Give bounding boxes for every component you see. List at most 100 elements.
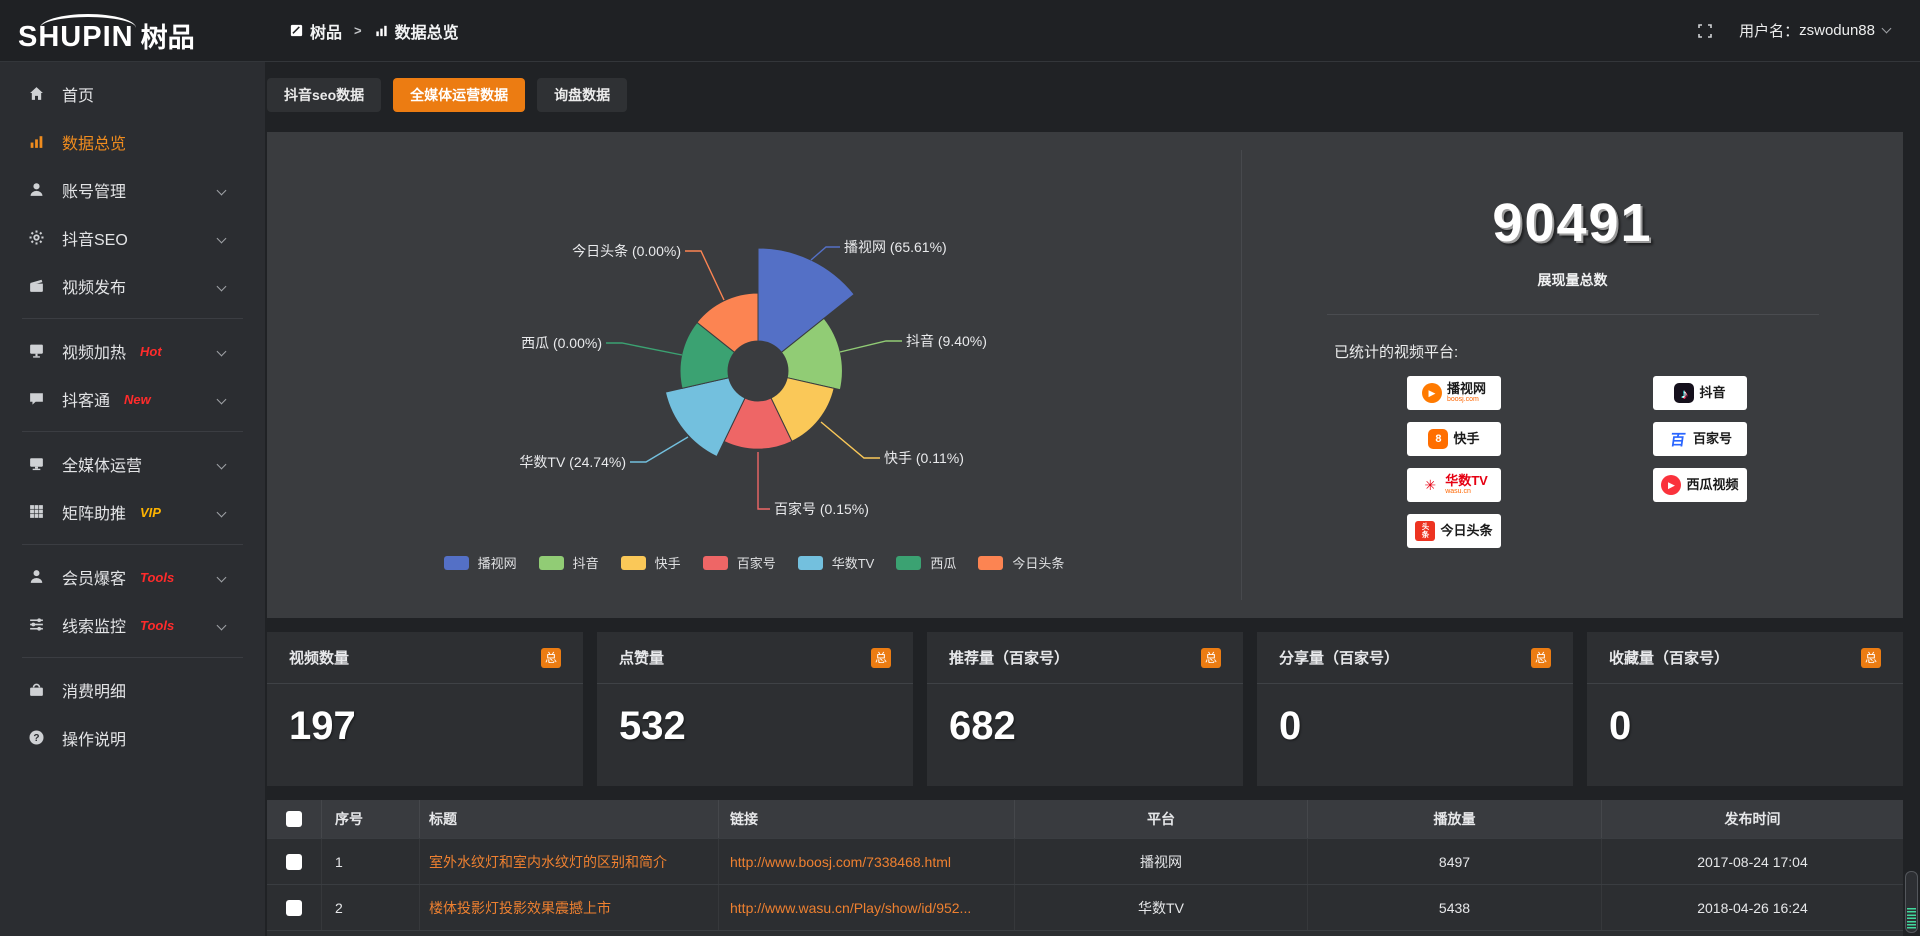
platform-badge-西瓜视频: ▶西瓜视频 [1653,468,1747,502]
stat-card-title: 点赞量 [619,647,664,668]
cell-platform: 华数TV [1014,885,1307,930]
sliders-icon [28,616,46,634]
platform-badge-百家号: 百百家号 [1653,422,1747,456]
sidebar-item-badge: New [124,392,151,407]
legend-item-快手[interactable]: 快手 [621,553,681,572]
table-row: 2楼体投影灯投影效果震撼上市http://www.wasu.cn/Play/sh… [267,884,1903,930]
legend-swatch [978,556,1003,570]
total-badge[interactable]: 总 [871,648,891,668]
sidebar-item-label: 视频加热 [62,339,126,363]
summary-divider [1327,314,1819,315]
sidebar-item-视频发布[interactable]: 视频发布 [0,262,265,310]
legend-item-抖音[interactable]: 抖音 [539,553,599,572]
fullscreen-icon[interactable] [1697,23,1713,39]
topbar-right: 用户名： zswodun88 [1697,20,1920,41]
sidebar-item-消费明细[interactable]: 消费明细 [0,666,265,714]
sidebar-item-全媒体运营[interactable]: 全媒体运营 [0,440,265,488]
summary-section: 90491 展现量总数 已统计的视频平台: ▶播视网boosj.com♪抖音8快… [1242,132,1903,618]
platforms-title: 已统计的视频平台: [1242,341,1903,362]
platform-badge-今日头条: 头条今日头条 [1407,514,1501,548]
row-checkbox[interactable] [286,854,302,870]
stat-card-value: 532 [597,684,913,749]
row-checkbox[interactable] [286,900,302,916]
platform-share-chart: 播视网 (65.61%)抖音 (9.40%)快手 (0.11%)百家号 (0.1… [267,132,1241,618]
chevron-down-icon[interactable] [217,347,227,357]
sidebar-item-label: 首页 [62,82,94,106]
table-row-partial [267,930,1903,936]
total-badge[interactable]: 总 [1201,648,1221,668]
total-badge[interactable]: 总 [1531,648,1551,668]
label-line-百家号 [758,452,770,509]
platform-badge-抖音: ♪抖音 [1653,376,1747,410]
sidebar-item-数据总览[interactable]: 数据总览 [0,118,265,166]
pie-label-播视网: 播视网 (65.61%) [844,239,947,255]
platform-badge-快手: 8快手 [1407,422,1501,456]
pie-label-抖音: 抖音 (9.40%) [906,333,987,349]
stat-card-title: 推荐量（百家号） [949,647,1069,668]
platform-badges: ▶播视网boosj.com♪抖音8快手百百家号✳华数TVwasu.cn▶西瓜视频… [1407,376,1903,548]
platform-name: 西瓜视频 [1686,478,1738,492]
chevron-down-icon[interactable] [217,395,227,405]
sidebar-divider [22,657,243,658]
chevron-down-icon[interactable] [217,573,227,583]
tab-全媒体运营数据[interactable]: 全媒体运营数据 [393,78,525,112]
sidebar-item-首页[interactable]: 首页 [0,70,265,118]
breadcrumb: 树品 > 数据总览 [289,19,459,43]
stat-card-分享量（百家号）: 分享量（百家号）总0 [1257,632,1573,786]
legend-item-西瓜[interactable]: 西瓜 [896,553,956,572]
question-icon: ? [28,729,46,747]
breadcrumb-root[interactable]: 树品 [310,19,342,43]
legend-item-华数TV[interactable]: 华数TV [798,553,875,572]
chevron-down-icon[interactable] [217,621,227,631]
legend-label: 百家号 [737,553,776,572]
sidebar-item-抖客通[interactable]: 抖客通New [0,375,265,423]
chat-icon [28,390,46,408]
rose-pie-chart[interactable]: 播视网 (65.61%)抖音 (9.40%)快手 (0.11%)百家号 (0.1… [267,132,1241,618]
sidebar-item-账号管理[interactable]: 账号管理 [0,166,265,214]
home-icon [28,85,46,103]
sidebar-item-badge: Hot [140,344,162,359]
sidebar-item-抖音SEO[interactable]: 抖音SEO [0,214,265,262]
sidebar-item-视频加热[interactable]: 视频加热 Hot [0,327,265,375]
platform-badge-播视网: ▶播视网boosj.com [1407,376,1501,410]
username-value[interactable]: zswodun88 [1799,22,1875,39]
chevron-down-icon[interactable] [217,282,227,292]
sidebar-item-label: 操作说明 [62,726,126,750]
tab-抖音seo数据[interactable]: 抖音seo数据 [267,78,381,112]
cell-url-link[interactable]: http://www.wasu.cn/Play/show/id/952... [718,885,1014,930]
sidebar-item-线索监控[interactable]: 线索监控Tools [0,601,265,649]
chevron-down-icon[interactable] [217,234,227,244]
chevron-down-icon[interactable] [217,460,227,470]
sidebar-item-矩阵助推[interactable]: 矩阵助推VIP [0,488,265,536]
legend-swatch [798,556,823,570]
breadcrumb-current[interactable]: 数据总览 [395,19,459,43]
total-badge[interactable]: 总 [541,648,561,668]
chevron-down-icon[interactable] [1882,24,1892,34]
cell-plays: 5438 [1307,885,1601,930]
pie-label-今日头条: 今日头条 (0.00%) [572,243,681,259]
sidebar-item-会员爆客[interactable]: 会员爆客Tools [0,553,265,601]
cell-url-link[interactable]: http://www.boosj.com/7338468.html [718,839,1014,884]
stat-card-value: 197 [267,684,583,749]
main-content: 抖音seo数据全媒体运营数据询盘数据 播视网 (65.61%) 抖音 (9.40%… [265,62,1920,936]
svg-text:?: ? [33,733,39,744]
stat-card-header: 视频数量总 [267,632,583,684]
cell-title-link[interactable]: 楼体投影灯投影效果震撼上市 [419,885,718,930]
legend-item-今日头条[interactable]: 今日头条 [978,553,1064,572]
chart-icon [28,133,46,151]
cell-time: 2017-08-24 17:04 [1601,839,1903,884]
dashboard-icon [289,23,304,38]
legend-item-百家号[interactable]: 百家号 [703,553,776,572]
sidebar-item-label: 消费明细 [62,678,126,702]
cell-title-link[interactable]: 室外水纹灯和室内水纹灯的区别和简介 [419,839,718,884]
legend-item-播视网[interactable]: 播视网 [444,553,517,572]
sidebar-item-操作说明[interactable]: ? 操作说明 [0,714,265,762]
total-badge[interactable]: 总 [1861,648,1881,668]
scrollbar-widget[interactable] [1905,871,1918,933]
select-all-checkbox[interactable] [286,811,302,827]
platform-sub: wasu.cn [1445,488,1471,496]
chevron-down-icon[interactable] [217,508,227,518]
sidebar-item-label: 矩阵助推 [62,500,126,524]
chevron-down-icon[interactable] [217,186,227,196]
tab-询盘数据[interactable]: 询盘数据 [537,78,627,112]
